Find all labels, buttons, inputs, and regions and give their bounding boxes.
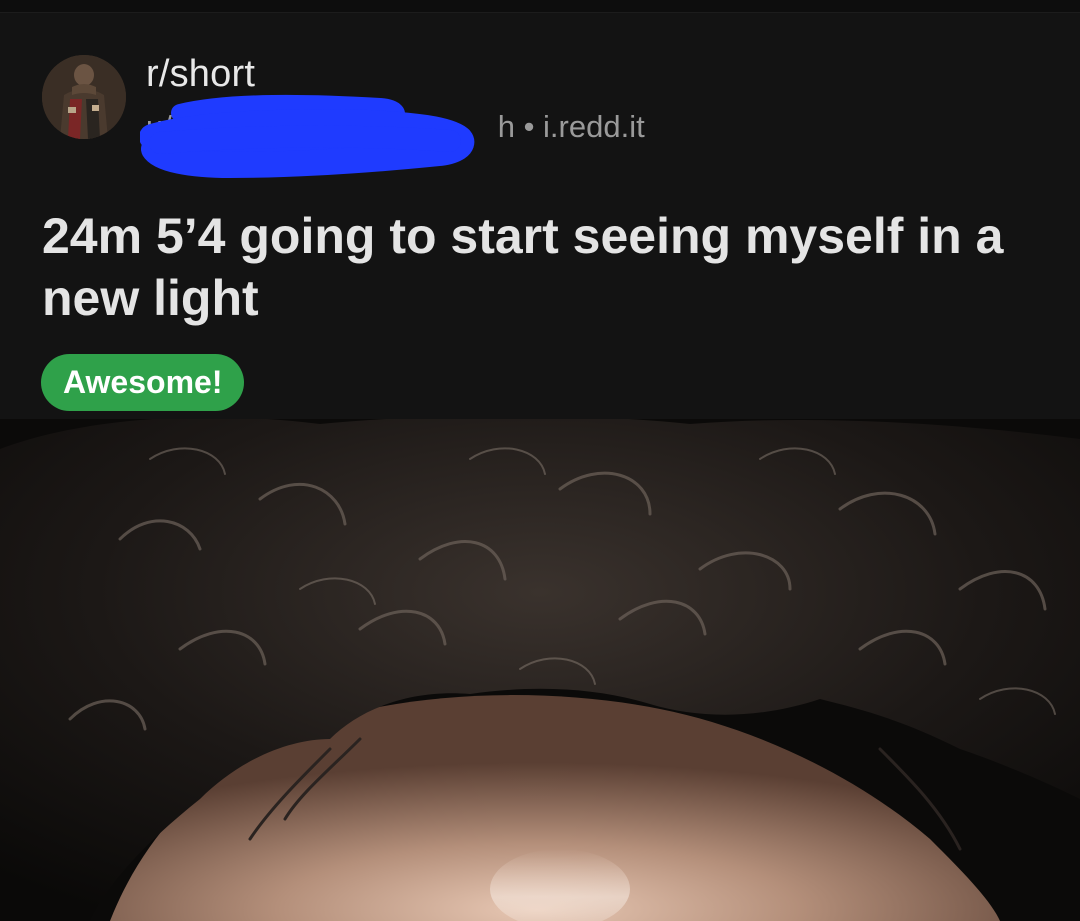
post-image[interactable] [0, 419, 1080, 921]
author-name[interactable]: u/M [146, 109, 198, 144]
post-image-graphic [0, 419, 1080, 921]
post-domain[interactable]: i.redd.it [543, 109, 645, 144]
post-meta: u/M h • i.redd.it [146, 109, 645, 149]
meta-separator: • [523, 109, 535, 144]
top-status-strip [0, 0, 1080, 13]
subreddit-name[interactable]: r/short [146, 53, 255, 96]
post-age: h [497, 109, 515, 144]
post-title[interactable]: 24m 5’4 going to start seeing myself in … [42, 205, 1032, 329]
post-header: r/short u/M h • i.redd.it 24m 5’4 going t… [0, 13, 1080, 419]
post-flair[interactable]: Awesome! [41, 354, 245, 411]
subreddit-avatar-icon[interactable] [42, 55, 126, 139]
avatar-figure-icon [42, 55, 126, 139]
